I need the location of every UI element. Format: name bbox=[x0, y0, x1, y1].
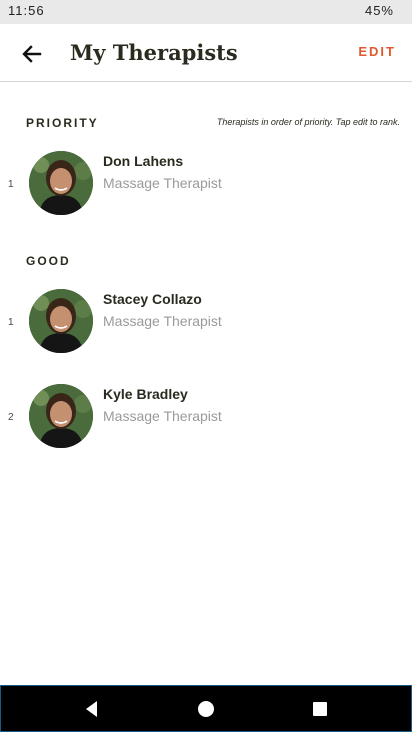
system-nav-bar bbox=[0, 685, 412, 732]
priority-hint: Therapists in order of priority. Tap edi… bbox=[216, 117, 400, 127]
therapist-role: Massage Therapist bbox=[103, 408, 222, 424]
rank-number: 1 bbox=[8, 317, 14, 328]
arrow-back-icon bbox=[22, 45, 42, 63]
nav-back-button[interactable] bbox=[81, 698, 103, 725]
page-title: My Therapists bbox=[70, 40, 238, 65]
avatar bbox=[29, 151, 93, 215]
therapist-item[interactable]: 1 Stacey Collazo Massage Therapist bbox=[0, 289, 412, 359]
battery-level: 45% bbox=[364, 3, 394, 18]
status-bar: 11:56 45% bbox=[0, 0, 412, 24]
therapist-role: Massage Therapist bbox=[103, 313, 222, 329]
section-label-priority: PRIORITY bbox=[26, 116, 99, 130]
nav-recents-button[interactable] bbox=[309, 698, 331, 725]
avatar bbox=[29, 384, 93, 448]
rank-number: 2 bbox=[8, 412, 14, 423]
therapist-name: Kyle Bradley bbox=[103, 386, 188, 402]
therapist-name: Stacey Collazo bbox=[103, 291, 202, 307]
edit-button[interactable]: EDIT bbox=[358, 44, 396, 59]
section-label-good: GOOD bbox=[26, 254, 71, 268]
therapist-name: Don Lahens bbox=[103, 153, 184, 169]
avatar bbox=[29, 289, 93, 353]
therapist-role: Massage Therapist bbox=[103, 175, 222, 191]
back-button[interactable] bbox=[18, 40, 46, 68]
triangle-back-icon bbox=[86, 701, 97, 717]
status-time: 11:56 bbox=[8, 3, 45, 18]
square-recents-icon bbox=[313, 702, 327, 716]
rank-number: 1 bbox=[8, 179, 14, 190]
therapist-item[interactable]: 1 Don Lahens Massage Therapist bbox=[0, 151, 412, 221]
nav-home-button[interactable] bbox=[195, 698, 217, 725]
app-header: My Therapists EDIT bbox=[0, 24, 412, 82]
circle-home-icon bbox=[198, 701, 214, 717]
therapist-item[interactable]: 2 Kyle Bradley Massage Therapist bbox=[0, 384, 412, 454]
